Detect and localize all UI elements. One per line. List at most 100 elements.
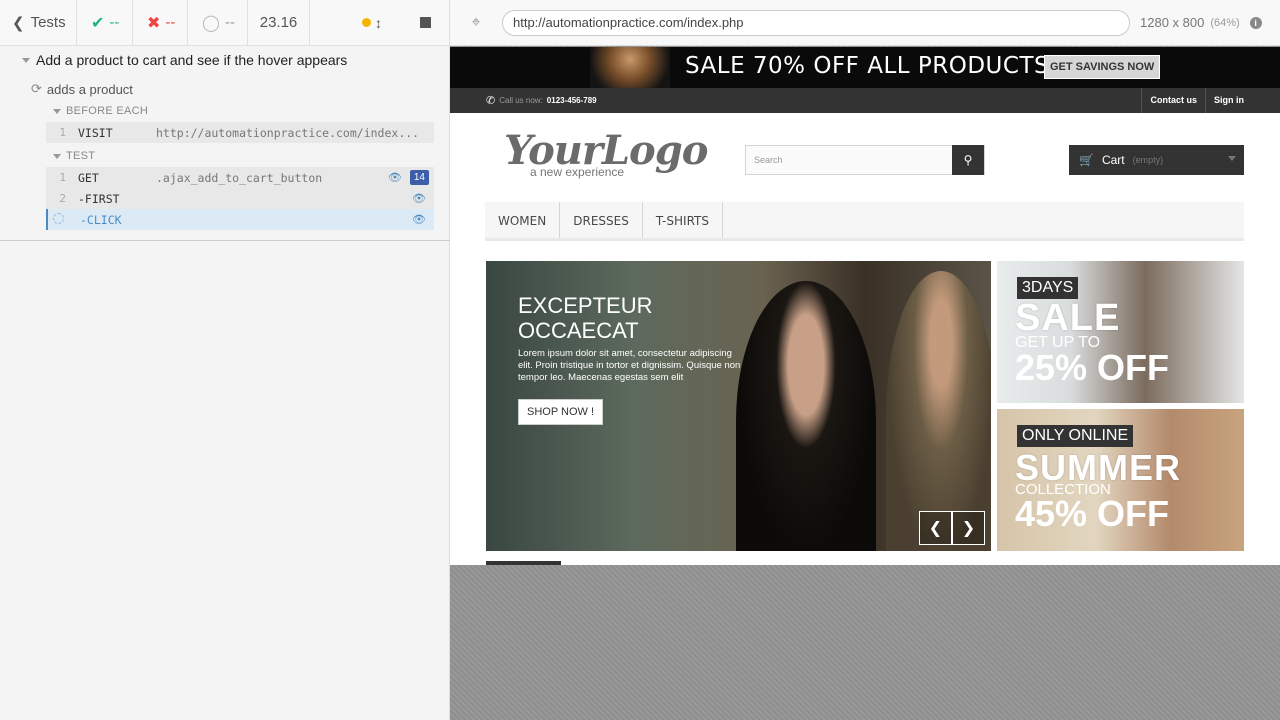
before-each-label: BEFORE EACH	[66, 105, 149, 117]
call-label: Call us now:	[499, 96, 543, 105]
pending-stat: ◯ --	[188, 0, 248, 46]
sign-in-link[interactable]: Sign in	[1205, 88, 1252, 113]
test-reporter-panel: ❮ Tests ✔ -- ✖ -- ◯ -- 23.16 ↕ Add a pro…	[0, 0, 450, 720]
eye-slash-icon: 👁	[412, 213, 426, 226]
tests-back-button[interactable]: ❮ Tests	[0, 0, 77, 46]
test-body-hook[interactable]: TEST	[53, 150, 95, 162]
viewport-info: 1280 x 800 (64%) i	[1140, 15, 1262, 30]
run-controls: ↕	[310, 0, 449, 46]
search-button[interactable]: ⚲	[952, 145, 984, 175]
logo-tagline: a new experience	[530, 165, 625, 179]
hero-title-line-2: OCCAECAT	[518, 318, 639, 343]
reporter-header: ❮ Tests ✔ -- ✖ -- ◯ -- 23.16 ↕	[0, 0, 449, 46]
app-under-test: ⌖ http://automationpractice.com/index.ph…	[450, 0, 1280, 720]
chevron-right-icon[interactable]: ❯	[952, 511, 985, 545]
banner-tag: ONLY ONLINE	[1017, 425, 1134, 447]
before-each-hook[interactable]: BEFORE EACH	[53, 105, 148, 117]
running-indicator-icon	[362, 18, 371, 27]
stop-icon[interactable]	[420, 17, 431, 28]
spinner-icon	[52, 212, 64, 224]
slider-indicator	[486, 561, 561, 565]
hero-slider[interactable]: EXCEPTEUR OCCAECAT Lorem ipsum dolor sit …	[486, 261, 991, 551]
command-spinner	[48, 212, 68, 227]
phone-icon: ✆	[486, 95, 496, 107]
menu-item-dresses[interactable]: DRESSES	[560, 202, 643, 238]
divider	[0, 240, 450, 241]
banner-tag: 3DAYS	[1017, 277, 1079, 299]
hero-title: EXCEPTEUR OCCAECAT	[518, 293, 652, 343]
passed-count: --	[109, 14, 120, 31]
cart-status: (empty)	[1132, 155, 1164, 165]
test-label: TEST	[66, 150, 96, 162]
info-icon[interactable]: i	[1249, 16, 1262, 29]
hero-model-woman	[736, 281, 876, 551]
chevron-left-icon: ❮	[12, 14, 25, 32]
hero-model-man	[886, 271, 991, 551]
promo-banner-sale[interactable]: 3DAYS SALE GET UP TO 25% OFF	[997, 261, 1244, 403]
promo-image	[590, 47, 670, 88]
pending-count: --	[224, 14, 235, 31]
selector-playground-icon[interactable]: ⌖	[450, 14, 502, 32]
promo-banner[interactable]: SALE 70% OFF ALL PRODUCTS GET SAVINGS NO…	[450, 47, 1280, 88]
website-frame: SALE 70% OFF ALL PRODUCTS GET SAVINGS NO…	[450, 47, 1280, 565]
shop-now-button[interactable]: SHOP NOW !	[518, 399, 604, 425]
command-name: VISIT	[78, 125, 113, 140]
chevron-left-icon[interactable]: ❮	[919, 511, 952, 545]
promo-banner-summer[interactable]: ONLY ONLINE SUMMER COLLECTION 45% OFF	[997, 409, 1244, 551]
auto-scroll-icon[interactable]: ↕	[375, 15, 382, 31]
menu-item-tshirts[interactable]: T-SHIRTS	[643, 202, 723, 238]
cart-label: Cart	[1101, 153, 1125, 167]
passed-stat: ✔ --	[77, 0, 133, 46]
url-field[interactable]: http://automationpractice.com/index.php	[502, 9, 1130, 36]
x-icon: ✖	[147, 14, 161, 32]
command-get[interactable]: 1 GET .ajax_add_to_cart_button 👁 14	[46, 167, 434, 188]
suite-title[interactable]: Add a product to cart and see if the hov…	[22, 52, 347, 68]
hero-text: Lorem ipsum dolor sit amet, consectetur …	[518, 348, 741, 383]
tests-back-label: Tests	[30, 14, 66, 31]
caret-down-icon	[53, 153, 61, 159]
aut-header: ⌖ http://automationpractice.com/index.ph…	[450, 0, 1280, 46]
circle-icon: ◯	[202, 14, 220, 32]
command-number: 1	[59, 171, 66, 184]
refresh-icon: ⟳	[31, 81, 42, 96]
element-count-badge: 14	[409, 170, 429, 185]
search-input[interactable]: Search ⚲	[745, 145, 985, 175]
command-message: http://automationpractice.com/index...	[156, 125, 420, 140]
cart-button[interactable]: 🛒 Cart (empty)	[1069, 145, 1244, 175]
test-title-text: adds a product	[46, 81, 133, 97]
hero-title-line-1: EXCEPTEUR	[518, 293, 653, 318]
site-logo[interactable]: YourLogo a new experience	[504, 127, 708, 179]
command-number: 1	[59, 126, 66, 139]
command-name: -CLICK	[80, 212, 122, 227]
top-nav: ✆ Call us now: 0123-456-789 Contact us S…	[450, 88, 1280, 113]
promo-text: SALE 70% OFF ALL PRODUCTS	[685, 53, 1050, 79]
slider-arrows: ❮ ❯	[919, 511, 985, 545]
viewport-scale: (64%)	[1210, 16, 1240, 29]
menu-item-women[interactable]: WOMEN	[485, 202, 561, 238]
command-visit[interactable]: 1 VISIT http://automationpractice.com/in…	[46, 122, 434, 143]
eye-slash-icon: 👁	[412, 192, 426, 205]
command-click[interactable]: -CLICK 👁	[46, 209, 434, 230]
failed-count: --	[165, 14, 176, 31]
phone-number: 0123-456-789	[546, 96, 597, 105]
check-icon: ✔	[91, 14, 105, 32]
suite-title-text: Add a product to cart and see if the hov…	[36, 52, 348, 68]
get-savings-button[interactable]: GET SAVINGS NOW	[1044, 55, 1161, 79]
caret-down-icon	[22, 57, 30, 63]
eye-slash-icon: 👁	[387, 171, 402, 184]
command-name: -FIRST	[78, 191, 120, 206]
search-icon: ⚲	[963, 153, 973, 167]
main-menu: WOMEN DRESSES T-SHIRTS	[485, 202, 1244, 241]
duration: 23.16	[248, 0, 310, 46]
command-name: GET	[78, 170, 99, 185]
command-message: .ajax_add_to_cart_button	[156, 170, 323, 185]
failed-stat: ✖ --	[133, 0, 188, 46]
banner-discount: 45% OFF	[1015, 493, 1170, 534]
command-first[interactable]: 2 -FIRST 👁	[46, 188, 434, 209]
test-title[interactable]: ⟳ adds a product	[31, 81, 133, 97]
chevron-down-icon	[1228, 156, 1236, 161]
command-number: 2	[59, 192, 66, 205]
call-us: ✆ Call us now: 0123-456-789	[486, 94, 597, 107]
caret-down-icon	[53, 108, 61, 114]
contact-us-link[interactable]: Contact us	[1141, 88, 1205, 113]
